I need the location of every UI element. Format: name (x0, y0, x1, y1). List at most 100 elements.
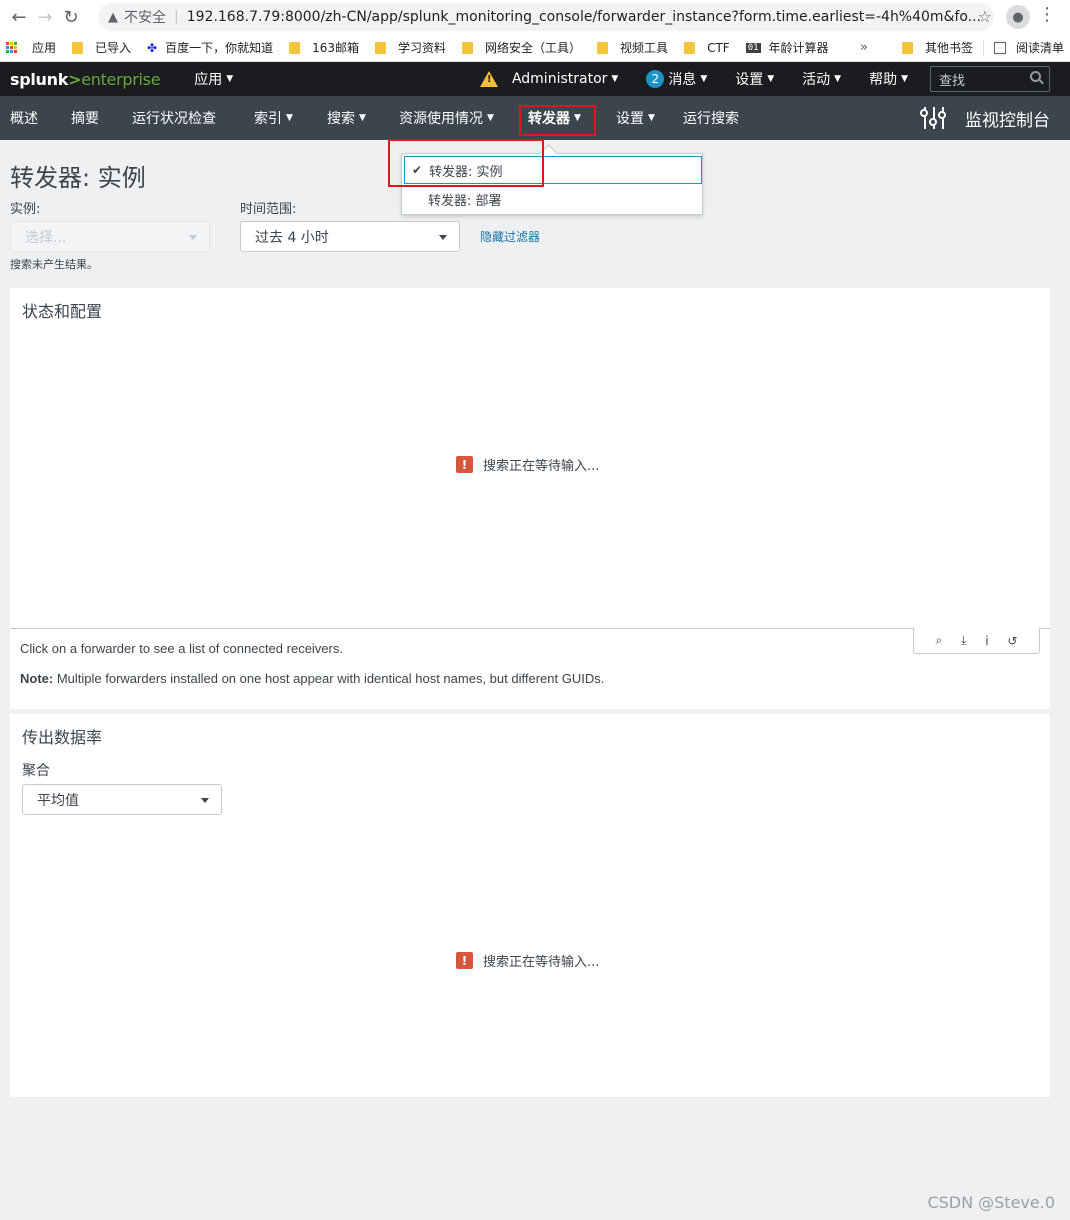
folder-icon (72, 41, 84, 54)
nav-indexing[interactable]: 索引 ▼ (254, 96, 293, 140)
bookmark-study[interactable]: 学习资料 (375, 39, 446, 56)
alert-icon: ! (456, 952, 473, 969)
folder-icon (289, 41, 301, 54)
url-text[interactable]: 192.168.7.79:8000/zh-CN/app/splunk_monit… (187, 9, 981, 25)
nav-health-check[interactable]: 运行状况检查 (132, 96, 216, 140)
alert-icon: ! (456, 456, 473, 473)
instance-select[interactable]: 选择... (10, 221, 210, 252)
binary-icon: 01 (745, 42, 761, 53)
search-icon[interactable] (1030, 71, 1041, 82)
help-menu[interactable]: 帮助 ▼ (869, 69, 908, 89)
back-icon[interactable]: ← (6, 4, 32, 30)
aggregation-select[interactable]: 平均值 (22, 784, 222, 815)
outgoing-data-rate-panel: 传出数据率 聚合 平均值 ! 搜索正在等待输入... (10, 714, 1050, 1097)
caret-down-icon: ▼ (648, 113, 655, 123)
forwarders-highlight-box (519, 105, 596, 136)
info-icon[interactable]: i (985, 634, 988, 648)
time-range-select[interactable]: 过去 4 小时 (240, 221, 460, 252)
folder-icon (684, 41, 696, 54)
insecure-label: 不安全 (124, 10, 166, 26)
folder-icon (901, 41, 913, 54)
activity-menu[interactable]: 活动 ▼ (802, 69, 841, 89)
address-bar[interactable]: ▲ 不安全 | 192.168.7.79:8000/zh-CN/app/splu… (98, 3, 994, 31)
bookmark-163mail[interactable]: 163邮箱 (289, 39, 359, 56)
top-right-menus: Administrator▼ 2 消息▼ 设置▼ 活动▼ 帮助▼ 查找 (452, 62, 1050, 96)
warning-icon: ▲ (108, 9, 118, 25)
caret-down-icon: ▼ (226, 74, 234, 84)
panel-divider (10, 628, 1050, 629)
page-title: 转发器: 实例 (10, 164, 146, 192)
bookmark-video[interactable]: 视频工具 (597, 39, 668, 56)
caret-down-icon: ▼ (286, 113, 293, 123)
time-range-label: 时间范围: (240, 202, 297, 217)
waiting-message: ! 搜索正在等待输入... (456, 455, 599, 474)
nav-search[interactable]: 搜索 ▼ (327, 96, 366, 140)
folder-icon (375, 41, 387, 54)
folder-icon (462, 41, 474, 54)
splunk-top-bar: splunk>enterprise 应用▼ Administrator▼ 2 消… (0, 62, 1070, 96)
bookmark-netsec[interactable]: 网络安全（工具） (462, 39, 581, 56)
admin-menu[interactable]: Administrator▼ (479, 71, 619, 87)
baidu-paw-icon: ✤ (147, 40, 158, 55)
bookmark-other[interactable]: 其他书签 (901, 39, 973, 56)
caret-down-icon: ▼ (359, 113, 366, 123)
caret-down-icon: ▼ (611, 74, 619, 84)
menu-item-forwarder-deployment[interactable]: 转发器: 部署 (404, 185, 702, 213)
apps-grid-icon (6, 41, 18, 54)
settings-menu[interactable]: 设置 ▼ (735, 69, 774, 89)
apps-menu[interactable]: 应用 ▼ (194, 69, 233, 89)
search-icon[interactable]: ⌕ (935, 633, 942, 648)
bookmark-star-icon[interactable]: ☆ (978, 7, 992, 26)
nav-run-search[interactable]: 运行搜索 (683, 96, 739, 140)
find-search-input[interactable]: 查找 (930, 66, 1050, 92)
bookmarks-bar: 应用 已导入 ✤ 百度一下，你就知道 163邮箱 学习资料 网络安全（工具） 视频… (0, 34, 1070, 62)
forwarder-hint: Click on a forwarder to see a list of co… (20, 641, 343, 656)
caret-down-icon: ▼ (901, 74, 908, 84)
hide-filters-link[interactable]: 隐藏过滤器 (480, 228, 540, 245)
browser-toolbar: ← → ↻ ▲ 不安全 | 192.168.7.79:8000/zh-CN/ap… (0, 0, 1070, 34)
instance-label: 实例: (10, 202, 41, 217)
bookmark-apps[interactable]: 应用 (6, 39, 56, 56)
caret-down-icon (201, 798, 209, 803)
menu-item-highlight-box (388, 139, 544, 187)
forward-icon[interactable]: → (32, 4, 58, 30)
caret-down-icon: ▼ (767, 74, 775, 84)
bookmarks-right: 其他书签 阅读清单 (901, 39, 1064, 56)
nav-summary[interactable]: 摘要 (71, 96, 99, 140)
status-config-panel: 状态和配置 ! 搜索正在等待输入... ⌕ ⤓ i ↺ Click on a f… (10, 288, 1050, 709)
caret-down-icon (439, 235, 447, 240)
reload-icon[interactable]: ↻ (58, 4, 84, 30)
bookmark-ctf[interactable]: CTF (684, 41, 730, 55)
monitoring-console-title: 监视控制台 (920, 96, 1050, 140)
menu-kebab-icon[interactable]: ⋮ (1038, 6, 1056, 24)
messages-menu[interactable]: 2 消息 ▼ (646, 69, 707, 89)
csdn-watermark: CSDN @Steve.0 (927, 1193, 1055, 1212)
caret-down-icon (189, 235, 197, 240)
url-separator: | (174, 9, 179, 25)
folder-icon (597, 41, 609, 54)
refresh-icon[interactable]: ↺ (1007, 634, 1017, 648)
aggregation-label: 聚合 (22, 763, 50, 779)
nav-overview[interactable]: 概述 (10, 96, 38, 140)
bookmark-imported[interactable]: 已导入 (72, 39, 131, 56)
forwarder-note: Note: Multiple forwarders installed on o… (20, 671, 605, 686)
no-results-message: 搜索未产生结果。 (10, 258, 98, 271)
sliders-icon (920, 105, 947, 131)
panel-title: 状态和配置 (22, 302, 103, 321)
bookmark-age-calc[interactable]: 01 年龄计算器 (745, 39, 829, 56)
nav-resource-usage[interactable]: 资源使用情况 ▼ (399, 96, 494, 140)
nav-settings[interactable]: 设置 ▼ (616, 96, 655, 140)
bookmark-baidu[interactable]: ✤ 百度一下，你就知道 (147, 39, 273, 56)
profile-avatar-icon[interactable]: ● (1006, 5, 1030, 29)
bookmarks-divider (982, 39, 984, 56)
caret-down-icon: ▼ (834, 74, 842, 84)
download-icon[interactable]: ⤓ (961, 633, 966, 648)
bookmark-reading-list[interactable]: 阅读清单 (993, 39, 1064, 56)
splunk-logo[interactable]: splunk>enterprise (10, 70, 161, 89)
reading-list-icon (993, 41, 1006, 54)
bookmarks-more-icon[interactable]: » (860, 40, 868, 55)
caret-down-icon: ▼ (700, 74, 708, 84)
waiting-message: ! 搜索正在等待输入... (456, 951, 599, 970)
panel-toolbar: ⌕ ⤓ i ↺ (913, 628, 1040, 654)
panel-title: 传出数据率 (22, 728, 103, 747)
